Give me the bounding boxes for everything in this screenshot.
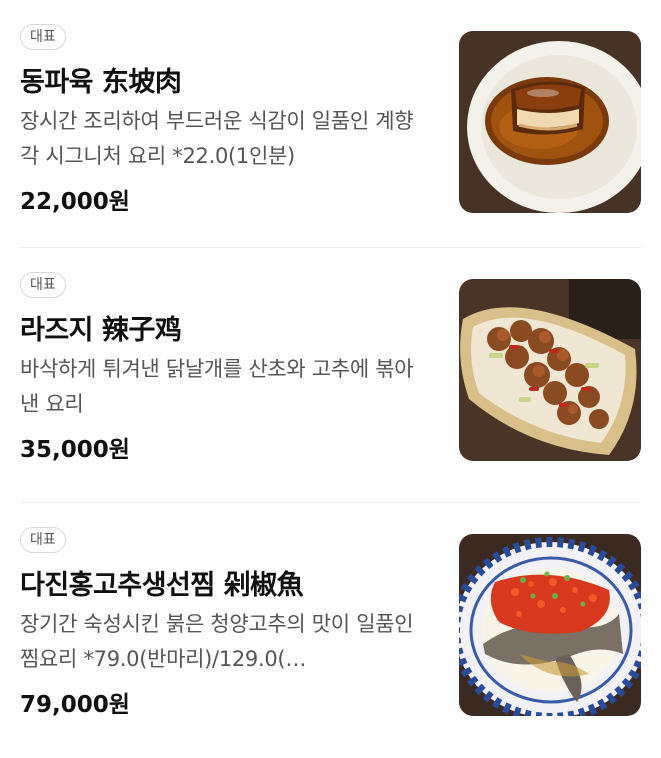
laziji-chicken-photo[interactable] [459,279,641,461]
menu-item[interactable]: 대표 다진홍고추생선찜 剁椒魚 장기간 숙성시킨 붉은 청양고추의 맛이 일품인… [20,503,641,758]
steamed-fish-photo[interactable] [459,534,641,716]
signature-badge: 대표 [20,272,66,298]
menu-item-price: 22,000원 [20,189,130,215]
menu-item-price: 79,000원 [20,692,130,718]
menu-item[interactable]: 대표 동파육 东坡肉 장시간 조리하여 부드러운 식감이 일품인 계향각 시그니… [20,0,641,248]
menu-item-name: 다진홍고추생선찜 剁椒魚 [20,570,304,601]
menu-item-name: 라즈지 辣子鸡 [20,315,182,346]
menu-item-description: 바삭하게 튀겨낸 닭날개를 산초와 고추에 볶아낸 요리 [20,357,414,416]
steamed-fish-image [459,534,641,716]
dongpo-pork-image [459,31,641,213]
menu-list: 대표 동파육 东坡肉 장시간 조리하여 부드러운 식감이 일품인 계향각 시그니… [0,0,661,758]
menu-item-description: 장기간 숙성시킨 붉은 청양고추의 맛이 일품인 찜요리 *79.0(반마리)/… [20,612,414,671]
signature-badge: 대표 [20,527,66,553]
laziji-chicken-image [459,279,641,461]
menu-item-price: 35,000원 [20,437,130,463]
signature-badge: 대표 [20,24,66,50]
menu-item[interactable]: 대표 라즈지 辣子鸡 바삭하게 튀겨낸 닭날개를 산초와 고추에 볶아낸 요리 … [20,248,641,503]
menu-item-description: 장시간 조리하여 부드러운 식감이 일품인 계향각 시그니처 요리 *22.0(… [20,109,414,168]
menu-item-name: 동파육 东坡肉 [20,67,182,98]
dongpo-pork-photo[interactable] [459,31,641,213]
